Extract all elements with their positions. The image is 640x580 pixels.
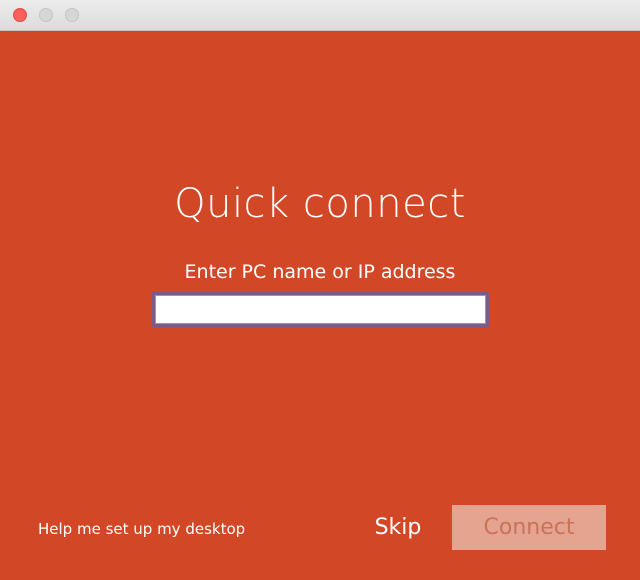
- pc-name-input[interactable]: [152, 292, 489, 327]
- help-setup-link[interactable]: Help me set up my desktop: [38, 518, 245, 540]
- minimize-window-button[interactable]: [39, 8, 53, 22]
- close-window-button[interactable]: [13, 8, 27, 22]
- skip-button[interactable]: Skip: [365, 508, 431, 548]
- title-bar: [0, 0, 640, 31]
- connect-button[interactable]: Connect: [452, 505, 606, 550]
- pc-name-label: Enter PC name or IP address: [184, 261, 456, 283]
- page-title: Quick connect: [174, 181, 466, 227]
- maximize-window-button[interactable]: [65, 8, 79, 22]
- quick-connect-window: Quick connect Enter PC name or IP addres…: [0, 0, 640, 580]
